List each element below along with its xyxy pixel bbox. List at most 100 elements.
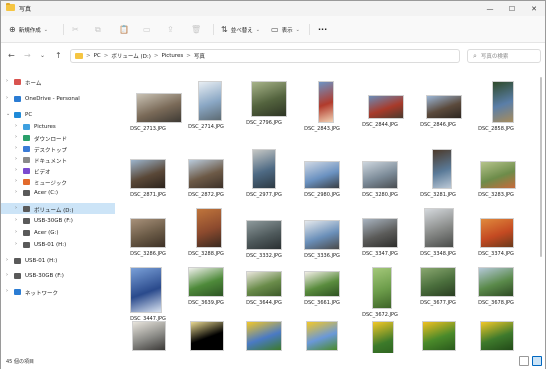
image-thumbnail: [252, 149, 276, 189]
breadcrumb-volume[interactable]: ボリューム (D:): [111, 52, 150, 60]
sidebar-item[interactable]: › ビデオ: [1, 165, 115, 176]
minimize-button[interactable]: —: [479, 1, 501, 16]
chevron-right-icon[interactable]: ›: [15, 145, 17, 151]
sort-icon: ⇅: [221, 25, 228, 34]
chevron-down-icon[interactable]: ⌄: [6, 111, 10, 117]
rename-button[interactable]: ▭: [143, 23, 151, 36]
rename-icon: ▭: [143, 25, 151, 34]
more-icon: ···: [318, 25, 328, 34]
image-thumbnail: [318, 81, 334, 123]
maximize-button[interactable]: ☐: [501, 1, 523, 16]
sidebar-item[interactable]: › ドキュメント: [1, 154, 115, 165]
file-name: DSC_3280.JPG: [362, 192, 398, 198]
chevron-right-icon[interactable]: ›: [15, 134, 17, 140]
image-thumbnail: [420, 267, 456, 297]
sidebar-item-label: ミュージック: [34, 180, 67, 187]
maximize-icon: ☐: [508, 4, 516, 13]
sidebar-item[interactable]: ⌄ PC: [1, 109, 115, 120]
breadcrumb-pc[interactable]: PC: [94, 53, 101, 59]
forward-button[interactable]: →: [24, 51, 31, 60]
sidebar-item[interactable]: › デスクトップ: [1, 143, 115, 154]
arrow-left-icon: ←: [8, 51, 15, 60]
title-bar: 写真 — ☐ ✕: [1, 1, 545, 16]
image-thumbnail: [422, 321, 456, 351]
chevron-right-icon[interactable]: ›: [15, 241, 17, 247]
chevron-right-icon[interactable]: ›: [15, 167, 17, 173]
chevron-right-icon[interactable]: ›: [6, 288, 8, 294]
sidebar-item[interactable]: › ネットワーク: [1, 286, 115, 297]
image-thumbnail: [480, 218, 514, 248]
breadcrumb-separator: >: [86, 53, 91, 59]
chevron-right-icon[interactable]: ›: [15, 123, 17, 129]
paste-button[interactable]: 📋: [119, 23, 129, 36]
file-name: DSC_3332.JPG: [246, 253, 282, 259]
back-button[interactable]: ←: [8, 51, 15, 60]
breadcrumb-pictures[interactable]: Pictures: [161, 53, 183, 59]
recent-button[interactable]: ⌄: [40, 52, 45, 59]
view-button[interactable]: ▭ 表示 ⌄: [271, 23, 300, 36]
chevron-right-icon[interactable]: ›: [15, 217, 17, 223]
breadcrumb-current[interactable]: 写真: [194, 52, 205, 60]
chevron-right-icon[interactable]: ›: [15, 205, 17, 211]
sidebar-item-label: USB-01 (H:): [25, 257, 58, 264]
copy-button[interactable]: ⧉: [95, 23, 101, 36]
up-button[interactable]: ↑: [55, 51, 62, 60]
divider: [213, 24, 214, 35]
chevron-right-icon[interactable]: ›: [6, 257, 8, 263]
scrollbar-thumb[interactable]: [540, 77, 542, 257]
delete-button[interactable]: 🗑: [191, 23, 201, 36]
chevron-right-icon[interactable]: ›: [15, 229, 17, 235]
status-bar: 45 個の項目: [1, 353, 545, 369]
folder-icon: [23, 134, 30, 141]
sidebar-item[interactable]: › Pictures: [1, 121, 115, 132]
share-button[interactable]: ⇪: [167, 23, 174, 36]
chevron-right-icon[interactable]: ›: [6, 78, 8, 84]
details-view-button[interactable]: [519, 356, 529, 366]
sidebar-item[interactable]: › ホーム: [1, 76, 115, 87]
sidebar-item-label: USB-01 (H:): [34, 241, 67, 248]
address-bar[interactable]: > PC > ボリューム (D:) > Pictures > 写真 ⌄ ↻: [70, 49, 522, 63]
search-box[interactable]: ⌕ 写真の検索: [467, 49, 541, 63]
large-icons-view-button[interactable]: [532, 356, 542, 366]
cut-icon: ✂: [72, 25, 79, 34]
file-name: DSC_3283.JPG: [478, 192, 514, 198]
sidebar-item[interactable]: › USB-01 (H:): [1, 239, 115, 250]
sidebar-item[interactable]: › OneDrive - Personal: [1, 93, 115, 104]
chevron-right-icon[interactable]: ›: [15, 178, 17, 184]
chevron-right-icon[interactable]: ›: [15, 156, 17, 162]
navigation-pane: › ホーム › OneDrive - Personal ⌄ PC › Pictures › ダウン…: [1, 69, 115, 353]
trash-icon: 🗑: [191, 25, 202, 34]
chevron-right-icon[interactable]: ›: [15, 189, 17, 195]
divider: [63, 24, 64, 35]
cut-button[interactable]: ✂: [72, 23, 79, 36]
close-button[interactable]: ✕: [523, 1, 545, 16]
sidebar-item[interactable]: › USB-01 (H:): [1, 255, 115, 266]
sidebar-item[interactable]: › Acer (G:): [1, 227, 115, 238]
sidebar-item[interactable]: › USB-30GB (F:): [1, 215, 115, 226]
chevron-right-icon[interactable]: ›: [6, 95, 8, 101]
sidebar-item[interactable]: › Acer (C:): [1, 187, 115, 198]
search-icon: ⌕: [473, 51, 477, 60]
sort-button[interactable]: ⇅ 並べ替え ⌄: [221, 23, 260, 36]
sidebar-item-label: ホーム: [25, 80, 42, 87]
sidebar-item-label: ビデオ: [34, 169, 51, 176]
image-thumbnail: [130, 159, 166, 189]
new-button[interactable]: ⊕ 新規作成 ⌄: [9, 23, 48, 36]
sidebar-item[interactable]: › ミュージック: [1, 176, 115, 187]
breadcrumb-separator: >: [153, 53, 159, 59]
sidebar-item[interactable]: › USB-30GB (F:): [1, 270, 115, 281]
file-name: DSC_3678.JPG: [478, 300, 514, 306]
file-view: DSC_2713.JPG DSC_2714.JPG DSC_2796.JPG DSC_…: [116, 69, 545, 361]
sidebar-item[interactable]: › ダウンロード: [1, 132, 115, 143]
image-thumbnail: [188, 159, 224, 189]
command-bar: ⊕ 新規作成 ⌄ ✂ ⧉ 📋 ▭ ⇪ 🗑 ⇅ 並べ替え ⌄ ▭ 表示 ⌄ ···: [1, 16, 545, 43]
more-button[interactable]: ···: [318, 23, 327, 36]
file-name: DSC_2713.JPG: [130, 126, 166, 132]
chevron-right-icon[interactable]: ›: [6, 272, 8, 278]
folder-icon: [23, 189, 30, 196]
sidebar-item-label: Acer (G:): [34, 229, 59, 236]
sidebar-item[interactable]: › ボリューム (D:): [1, 203, 115, 214]
file-name: DSC_2714.JPG: [188, 124, 224, 130]
file-name: DSC_3639.JPG: [188, 300, 224, 306]
folder-icon: [23, 217, 30, 224]
